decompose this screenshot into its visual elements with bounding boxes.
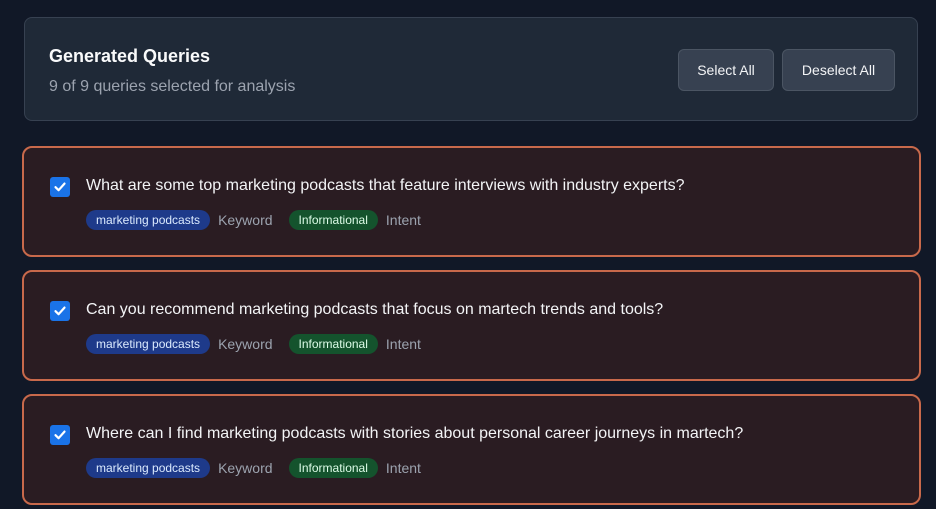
keyword-label: Keyword: [218, 212, 273, 228]
keyword-label: Keyword: [218, 460, 273, 476]
page-title: Generated Queries: [49, 46, 211, 66]
page: Generated Queries 9 of 9 queries selecte…: [0, 0, 936, 509]
selection-count: 9 of 9 queries selected for analysis: [49, 78, 296, 95]
query-card[interactable]: Where can I find marketing podcasts with…: [22, 394, 921, 505]
keyword-badge: marketing podcasts: [86, 210, 211, 230]
query-text: What are some top marketing podcasts tha…: [86, 177, 685, 194]
intent-label: Intent: [385, 212, 421, 228]
keyword-badge: marketing podcasts: [86, 334, 211, 354]
intent-badge: Informational: [288, 458, 378, 478]
query-text: Where can I find marketing podcasts with…: [86, 425, 744, 442]
checkmark-icon: [54, 182, 66, 192]
query-checkbox[interactable]: [50, 301, 70, 321]
checkmark-icon: [54, 306, 66, 316]
query-checkbox[interactable]: [50, 177, 70, 197]
checkmark-icon: [54, 430, 66, 440]
intent-label: Intent: [385, 460, 421, 476]
intent-badge: Informational: [288, 334, 378, 354]
deselect-all-button[interactable]: Deselect All: [782, 49, 895, 91]
intent-badge: Informational: [288, 210, 378, 230]
keyword-label: Keyword: [218, 336, 273, 352]
query-meta: marketing podcasts Keyword Informational…: [86, 210, 421, 230]
keyword-badge: marketing podcasts: [86, 458, 211, 478]
intent-label: Intent: [385, 336, 421, 352]
queries-header-card: Generated Queries 9 of 9 queries selecte…: [24, 17, 918, 121]
select-all-button[interactable]: Select All: [678, 49, 774, 91]
query-text: Can you recommend marketing podcasts tha…: [86, 301, 664, 318]
query-meta: marketing podcasts Keyword Informational…: [86, 458, 421, 478]
query-meta: marketing podcasts Keyword Informational…: [86, 334, 421, 354]
query-checkbox[interactable]: [50, 425, 70, 445]
query-card[interactable]: What are some top marketing podcasts tha…: [22, 146, 921, 257]
query-card[interactable]: Can you recommend marketing podcasts tha…: [22, 270, 921, 381]
